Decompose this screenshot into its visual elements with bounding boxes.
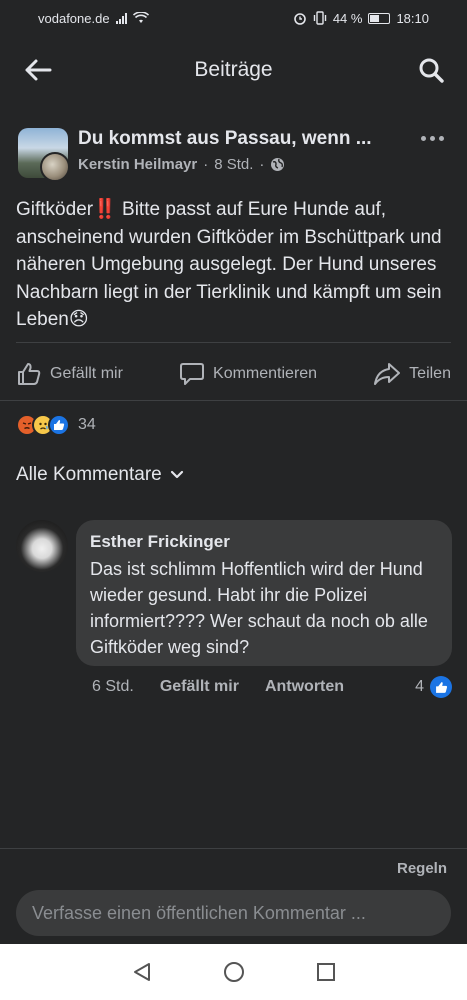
divider xyxy=(0,848,467,849)
vibrate-icon xyxy=(313,11,327,25)
comment-composer-input[interactable]: Verfasse einen öffentlichen Kommentar ..… xyxy=(16,890,451,936)
comment-reply-button[interactable]: Antworten xyxy=(265,678,344,696)
comment-like-number: 4 xyxy=(415,678,424,695)
status-right: 44 % 18:10 xyxy=(293,11,429,26)
post-author[interactable]: Kerstin Heilmayr xyxy=(78,156,197,173)
thumbs-up-icon xyxy=(18,362,41,385)
comment-icon xyxy=(180,362,205,385)
search-icon xyxy=(419,58,444,83)
comment-like-count[interactable]: 4 xyxy=(415,676,452,698)
comment-time[interactable]: 6 Std. xyxy=(92,678,134,696)
composer-placeholder: Verfasse einen öffentlichen Kommentar ..… xyxy=(32,902,366,923)
commenter-name[interactable]: Esther Frickinger xyxy=(90,532,438,552)
post-action-bar: Gefällt mir Kommentieren Teilen xyxy=(16,342,451,402)
status-bar: vodafone.de 44 % 18:10 xyxy=(0,0,467,36)
dot-icon xyxy=(438,135,444,141)
home-circle-icon[interactable] xyxy=(223,961,245,983)
comment-text: Das ist schlimm Hoffentlich wird der Hun… xyxy=(90,559,428,657)
reaction-count: 34 xyxy=(78,416,96,433)
rules-link[interactable]: Regeln xyxy=(397,860,447,877)
post-time[interactable]: 8 Std. xyxy=(214,156,253,173)
dot-icon xyxy=(420,135,426,141)
page-title: Beiträge xyxy=(194,58,273,81)
battery-icon xyxy=(368,12,391,24)
post-body: Giftköder‼️ Bitte passt auf Eure Hunde a… xyxy=(16,199,442,330)
commenter-avatar[interactable] xyxy=(16,520,68,572)
divider xyxy=(0,400,467,401)
carrier-label: vodafone.de xyxy=(38,10,110,26)
globe-icon xyxy=(271,158,285,171)
reactions-summary[interactable]: 34 xyxy=(16,414,96,436)
comment-like-button[interactable]: Gefällt mir xyxy=(160,678,239,696)
meta-separator: · xyxy=(259,156,265,173)
comments-filter-dropdown[interactable]: Alle Kommentare xyxy=(16,464,184,486)
clock-label: 18:10 xyxy=(396,10,429,26)
comment-bubble[interactable]: Esther Frickinger Das ist schlimm Hoffen… xyxy=(76,520,452,666)
like-label: Gefällt mir xyxy=(50,364,123,382)
comments-filter-label: Alle Kommentare xyxy=(16,464,162,485)
comment-button[interactable]: Kommentieren xyxy=(179,361,317,387)
group-name[interactable]: Du kommst aus Passau, wenn ... xyxy=(78,128,372,150)
app-bar: Beiträge xyxy=(0,36,467,104)
chevron-down-icon xyxy=(170,470,183,479)
back-button[interactable] xyxy=(20,52,56,88)
like-badge-icon xyxy=(430,676,452,698)
comment-actions: 6 Std. Gefällt mir Antworten 4 xyxy=(92,676,452,698)
post-avatars[interactable] xyxy=(18,128,70,182)
post-meta: Kerstin Heilmayr · 8 Std. · xyxy=(78,156,285,173)
meta-separator: · xyxy=(203,156,209,173)
alarm-icon xyxy=(294,13,306,25)
arrow-left-icon xyxy=(25,59,52,81)
share-button[interactable]: Teilen xyxy=(373,361,451,387)
wifi-icon xyxy=(132,12,149,23)
system-navigation-bar xyxy=(0,944,467,1000)
search-button[interactable] xyxy=(413,52,449,88)
battery-label: 44 % xyxy=(332,10,363,26)
more-options-button[interactable] xyxy=(417,126,447,150)
like-reaction-icon xyxy=(48,414,70,436)
recents-square-icon[interactable] xyxy=(315,961,337,983)
comment-label: Kommentieren xyxy=(213,364,318,382)
back-triangle-icon[interactable] xyxy=(131,961,153,983)
status-left: vodafone.de xyxy=(38,11,149,26)
dot-icon xyxy=(429,135,435,141)
share-icon xyxy=(374,362,401,385)
share-label: Teilen xyxy=(409,364,451,382)
like-button[interactable]: Gefällt mir xyxy=(16,361,123,387)
post-header: Du kommst aus Passau, wenn ... Kerstin H… xyxy=(16,124,451,184)
signal-icon xyxy=(115,12,127,24)
author-avatar[interactable] xyxy=(40,152,70,182)
